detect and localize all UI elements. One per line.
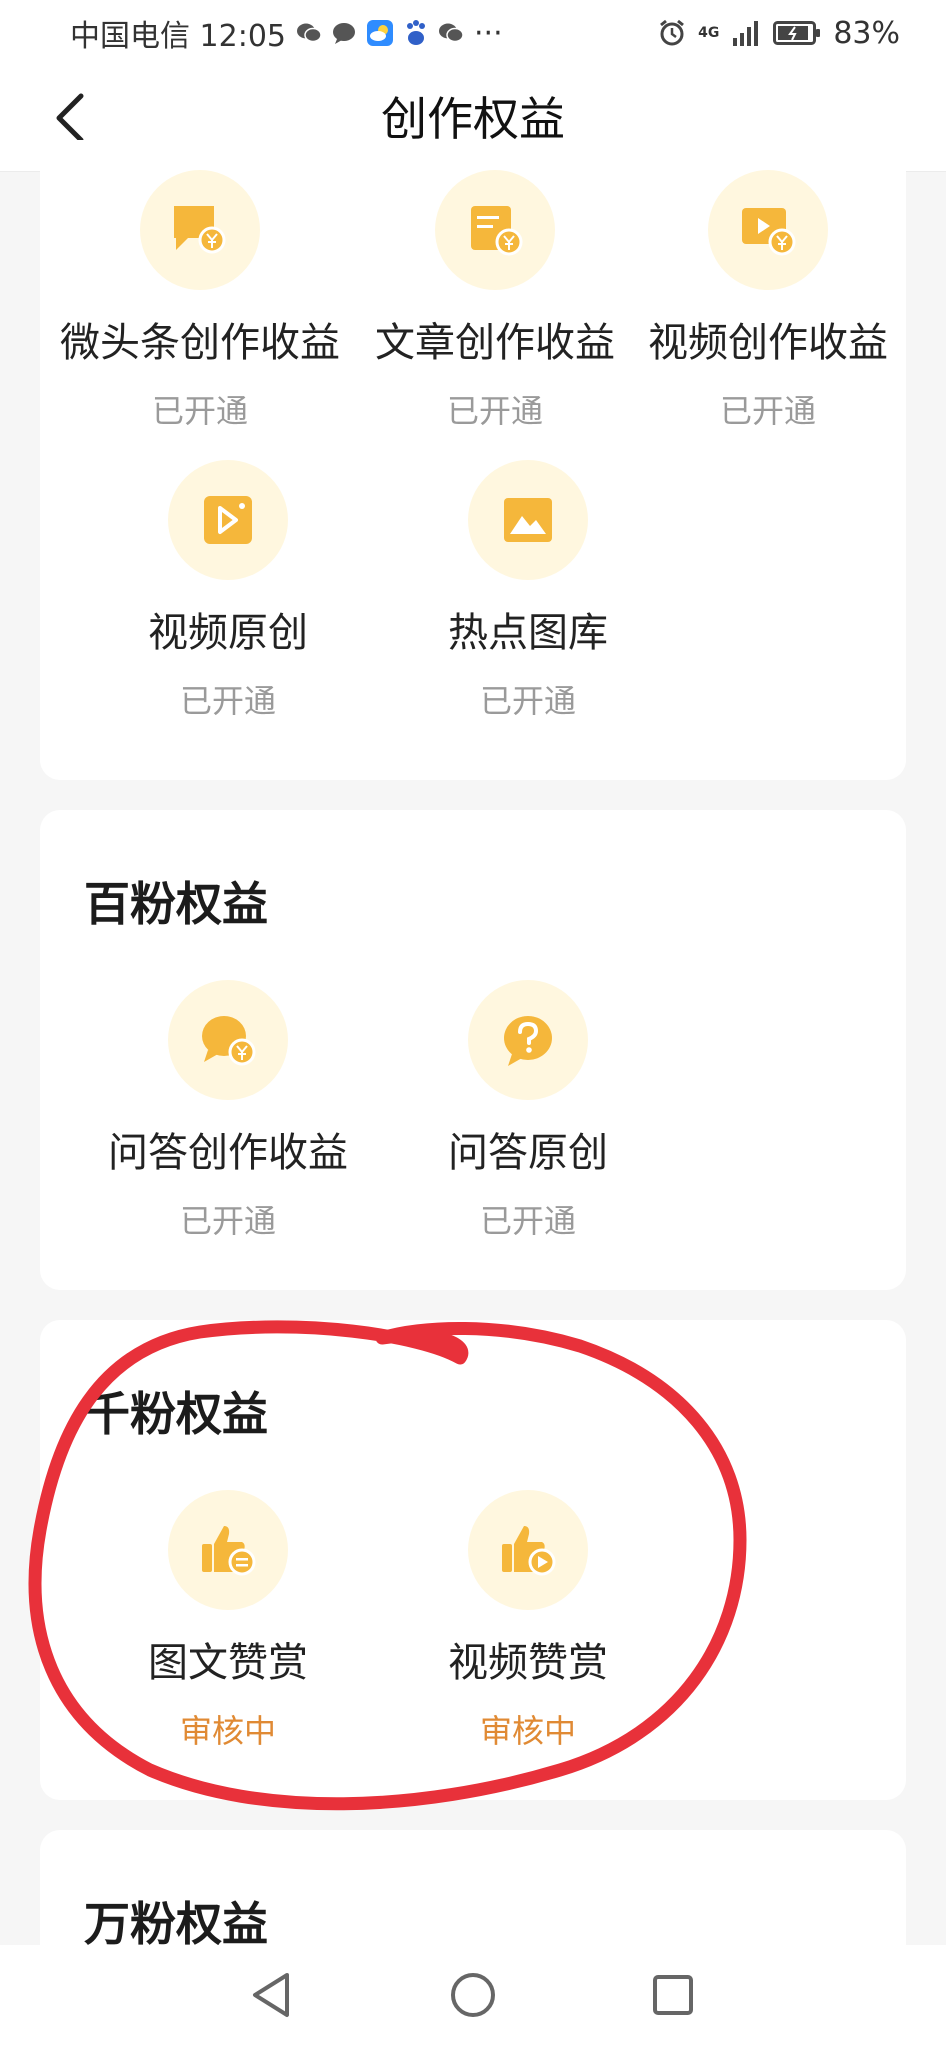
triangle-back-icon — [253, 1973, 289, 2017]
benefit-label: 图文赞赏 — [148, 1640, 308, 1686]
hundred-fans-card: 百粉权益 问答创作收益 已开通 问答原创 已开通 — [40, 810, 906, 1290]
comment-yuan-icon — [140, 170, 260, 290]
benefit-status: 已开通 — [479, 682, 576, 720]
battery-icon — [773, 20, 821, 46]
benefit-item-qa-income[interactable]: 问答创作收益 已开通 — [78, 980, 378, 1242]
benefit-status: 已开通 — [179, 1202, 276, 1240]
benefit-status: 审核中 — [479, 1712, 576, 1750]
article-yuan-icon — [435, 170, 555, 290]
benefit-item-video-reward[interactable]: 视频赞赏 审核中 — [378, 1490, 678, 1752]
section-title: 百粉权益 — [84, 877, 268, 931]
benefit-label: 热点图库 — [448, 610, 608, 656]
video-yuan-icon — [708, 170, 828, 290]
network-type: 4G — [698, 25, 720, 41]
benefit-status: 已开通 — [179, 682, 276, 720]
status-bar: 中国电信 12:05 ··· 4G 83% — [0, 0, 946, 66]
benefit-label: 视频赞赏 — [448, 1640, 608, 1686]
benefit-label: 视频创作收益 — [648, 320, 888, 366]
app-screen: 中国电信 12:05 ··· 4G 83% 创作权益 微头条创作收益 已开通 文… — [0, 0, 946, 2048]
system-navigation-bar — [0, 1945, 946, 2048]
nav-back-button[interactable] — [238, 1965, 304, 2025]
benefit-label: 问答创作收益 — [108, 1130, 348, 1176]
question-icon — [468, 980, 588, 1100]
wechat-icon — [296, 22, 322, 44]
section-title: 千粉权益 — [84, 1387, 268, 1441]
benefit-label: 文章创作收益 — [375, 320, 615, 366]
benefit-item-video-income[interactable]: 视频创作收益 已开通 — [630, 170, 906, 432]
benefit-status: 已开通 — [151, 392, 248, 430]
carrier-time: 中国电信 12:05 — [70, 19, 286, 54]
signal-icon — [731, 20, 761, 46]
benefit-status: 已开通 — [479, 1202, 576, 1240]
thumbs-up-video-icon — [468, 1490, 588, 1610]
benefit-label: 问答原创 — [448, 1130, 608, 1176]
square-recents-icon — [653, 1975, 693, 2015]
benefit-item-qa-original[interactable]: 问答原创 已开通 — [378, 980, 678, 1242]
circle-home-icon — [451, 1973, 495, 2017]
status-right: 4G 83% — [658, 16, 900, 51]
benefit-item-micro-post-income[interactable]: 微头条创作收益 已开通 — [40, 170, 360, 432]
battery-level: 83% — [833, 15, 900, 51]
benefit-label: 视频原创 — [148, 610, 308, 656]
nav-recents-button[interactable] — [640, 1965, 706, 2025]
alarm-icon — [658, 19, 686, 47]
benefit-item-video-original[interactable]: 视频原创 已开通 — [78, 460, 378, 722]
benefit-item-article-income[interactable]: 文章创作收益 已开通 — [360, 170, 630, 432]
benefit-item-text-reward[interactable]: 图文赞赏 审核中 — [78, 1490, 378, 1752]
benefit-status: 已开通 — [446, 392, 543, 430]
image-gallery-icon — [468, 460, 588, 580]
qa-yuan-icon — [168, 980, 288, 1100]
nav-home-button[interactable] — [440, 1965, 506, 2025]
thumbs-up-text-icon — [168, 1490, 288, 1610]
baidu-icon — [404, 20, 428, 46]
thousand-fans-card: 千粉权益 图文赞赏 审核中 视频赞赏 审核中 — [40, 1320, 906, 1800]
video-original-icon — [168, 460, 288, 580]
benefit-label: 微头条创作收益 — [60, 320, 340, 366]
more-notifications: ··· — [474, 15, 503, 51]
weather-icon — [366, 19, 394, 47]
benefit-status: 已开通 — [719, 392, 816, 430]
benefit-item-hot-gallery[interactable]: 热点图库 已开通 — [378, 460, 678, 722]
benefit-status: 审核中 — [179, 1712, 276, 1750]
message-icon — [332, 22, 356, 44]
status-left: 中国电信 12:05 ··· — [70, 11, 503, 55]
creation-benefits-card: 微头条创作收益 已开通 文章创作收益 已开通 视频创作收益 已开通 视频原创 已… — [40, 140, 906, 780]
wechat-icon-2 — [438, 22, 464, 44]
